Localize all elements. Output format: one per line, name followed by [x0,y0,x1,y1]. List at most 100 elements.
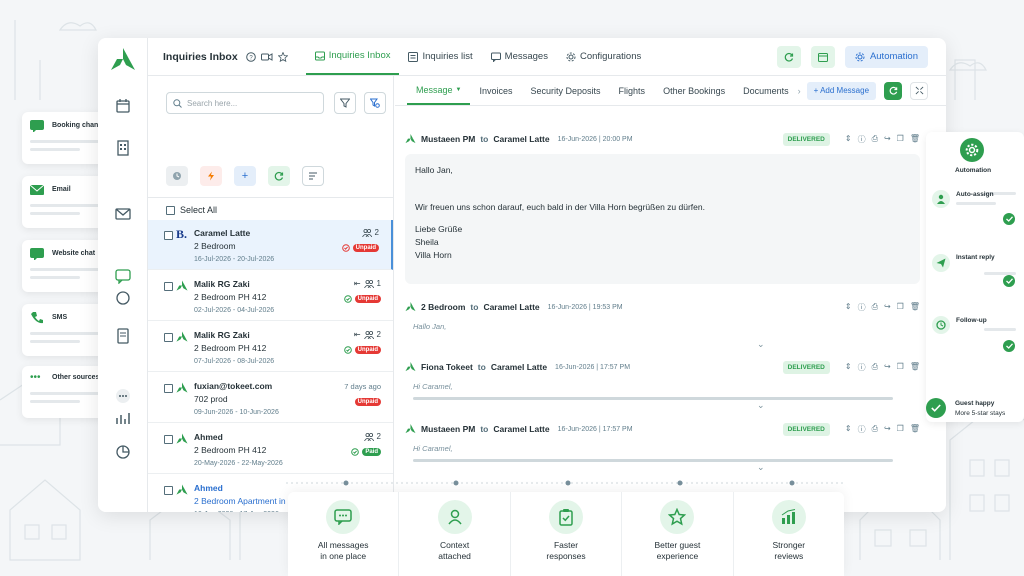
message-sender: Mustaeen PM [421,134,476,144]
help-icon[interactable]: ? [245,51,256,62]
pie-chart-icon[interactable] [115,444,131,460]
to-word: to [480,424,489,434]
expand-icon[interactable]: ⇕ [845,134,852,145]
message-item[interactable]: Mustaeen PM to Caramel Latte 16-Jun-2026 | … [405,420,920,462]
clock-filter-button[interactable] [166,166,188,186]
tab-configurations[interactable]: Configurations [557,38,650,75]
guest-name: Malik RG Zaki [194,279,250,289]
sync-button[interactable] [268,166,290,186]
guest-happy-label: Guest happy [955,400,995,407]
forward-icon[interactable]: ↪ [884,362,891,373]
tab-documents[interactable]: Documents [734,76,798,105]
inquiry-row[interactable]: B. Caramel Latte 2 Bedroom 16-Jul-2026 - 20… [148,220,393,270]
info-icon[interactable]: ⓘ [858,134,866,145]
message-icon [490,52,501,62]
message-item[interactable]: Mustaeen PM to Caramel Latte 16-Jun-2026 | … [405,130,920,284]
search-input[interactable]: Search here... [166,92,324,114]
tab-inquiries-inbox[interactable]: Inquiries Inbox [305,38,400,75]
analytics-icon[interactable] [115,410,131,426]
more-icon[interactable] [115,388,131,404]
add-button[interactable]: + [234,166,256,186]
expand-chevron-icon[interactable]: ⌄ [757,462,765,473]
building-icon[interactable] [115,140,131,156]
tab-inquiries-list[interactable]: Inquiries list [399,38,481,75]
automation-button[interactable]: Automation [844,45,928,68]
row-checkbox[interactable] [164,333,173,342]
inquiry-row[interactable]: Malik RG Zaki 2 Bedroom PH 412 02-Jul-2026… [148,271,393,321]
expand-icon[interactable]: ⇕ [845,424,852,435]
inquiry-row[interactable]: Ahmed 2 Bedroom PH 412 20-May-2026 - 22-Ma… [148,424,393,474]
copy-icon[interactable]: ❐ [897,302,904,313]
calendar-icon[interactable] [115,98,131,114]
delete-icon[interactable]: 🗑 [910,424,920,435]
row-checkbox[interactable] [164,384,173,393]
inquiry-row[interactable]: fuxian@tokeet.com 702 prod 09-Jun-2026 - 1… [148,373,393,423]
expand-icon[interactable]: ⇕ [845,302,852,313]
copy-icon[interactable]: ❐ [897,134,904,145]
stay-dates: 16-Jun-2026 - 17-Jun-2026 [194,511,279,512]
tab-invoices[interactable]: Invoices [470,76,521,105]
select-all-checkbox[interactable] [166,205,175,215]
sort-button[interactable] [302,166,324,186]
delete-icon[interactable]: 🗑 [910,362,920,373]
delete-icon[interactable]: 🗑 [910,302,920,313]
video-icon[interactable] [260,52,273,62]
expand-icon[interactable]: ⇕ [845,362,852,373]
print-icon[interactable]: ⎙ [872,134,878,145]
refresh-button[interactable] [776,45,801,68]
tab-flights[interactable]: Flights [610,76,655,105]
delivered-badge: DELIVERED [782,132,830,146]
tab-message[interactable]: Message ▼ [407,76,471,105]
urgent-filter-button[interactable] [200,166,222,186]
guest-count-value: 2 [374,228,379,237]
channel-label: Other sources [52,374,100,381]
message-sender: 2 Bedroom [421,302,466,312]
star-icon[interactable] [277,51,288,62]
info-icon[interactable]: ⓘ [858,424,866,435]
expand-chevron-icon[interactable]: ⌄ [757,339,765,350]
support-icon[interactable] [115,290,131,306]
add-message-button[interactable]: + Add Message [806,81,877,100]
calendar-button[interactable] [810,45,835,68]
refresh-messages-button[interactable] [884,81,903,100]
forward-icon[interactable]: ↪ [884,302,891,313]
chevron-right-icon[interactable]: › [798,86,801,96]
row-checkbox[interactable] [164,435,173,444]
refresh-icon [889,86,897,95]
expand-chevron-icon[interactable]: ⌄ [757,400,765,411]
step-label: Follow-up [956,317,987,324]
stay-dates: 02-Jul-2026 - 04-Jul-2026 [194,307,275,314]
inquiry-row[interactable]: Malik RG Zaki 2 Bedroom PH 412 07-Jul-2026… [148,322,393,372]
row-checkbox[interactable] [164,231,173,240]
delete-icon[interactable]: 🗑 [910,134,920,145]
send-icon [936,258,946,268]
tab-messages[interactable]: Messages [482,38,557,75]
select-all[interactable]: Select All [166,205,217,215]
tab-security-deposits[interactable]: Security Deposits [522,76,610,105]
tokeet-icon [405,302,416,312]
mail-icon[interactable] [115,206,131,222]
forward-icon[interactable]: ↪ [884,424,891,435]
copy-icon[interactable]: ❐ [897,424,904,435]
message-recipient: Caramel Latte [483,302,540,312]
message-item[interactable]: 2 Bedroom to Caramel Latte 16-Jun-2026 | 19… [405,298,920,331]
print-icon[interactable]: ⎙ [872,302,878,313]
info-icon[interactable]: ⓘ [858,362,866,373]
tab-other-bookings[interactable]: Other Bookings [654,76,734,105]
info-icon[interactable]: ⓘ [858,302,866,313]
body-line: Sheila [415,237,439,247]
property-name: 702 prod [194,394,228,404]
message-item[interactable]: Fiona Tokeet to Caramel Latte 16-Jun-2026 |… [405,358,920,400]
payment-status-badge: Paid [362,448,381,456]
row-checkbox[interactable] [164,282,173,291]
row-checkbox[interactable] [164,486,173,495]
document-icon[interactable] [115,328,131,344]
print-icon[interactable]: ⎙ [872,362,878,373]
print-icon[interactable]: ⎙ [872,424,878,435]
collapse-button[interactable] [910,81,929,100]
chat-icon[interactable] [115,268,131,284]
filter-button[interactable] [334,92,356,114]
advanced-filter-button[interactable] [364,92,386,114]
copy-icon[interactable]: ❐ [897,362,904,373]
forward-icon[interactable]: ↪ [884,134,891,145]
